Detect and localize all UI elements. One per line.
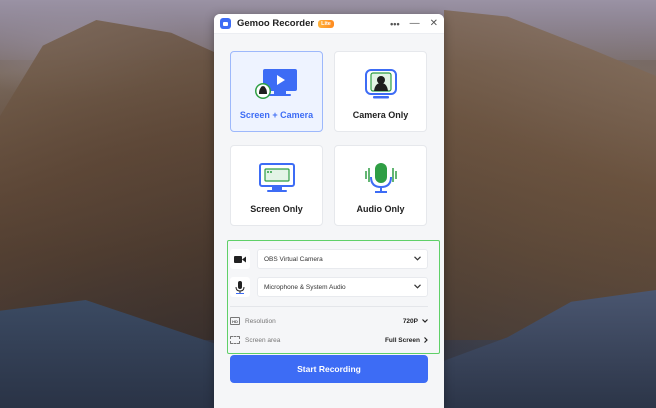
- window-controls: ••• — ✕: [390, 18, 438, 29]
- minimize-button[interactable]: —: [410, 18, 420, 29]
- camera-icon: [363, 66, 399, 102]
- mode-label: Screen Only: [250, 204, 303, 214]
- settings-highlight-box: [227, 240, 440, 354]
- screen-icon: [257, 160, 297, 196]
- mode-label: Screen + Camera: [239, 110, 314, 120]
- mode-label: Camera Only: [352, 110, 409, 120]
- mode-label: Audio Only: [356, 204, 405, 214]
- screen-camera-icon: [252, 66, 302, 102]
- mode-camera-only[interactable]: Camera Only: [334, 51, 427, 132]
- microphone-icon: [361, 160, 401, 196]
- mode-screen-only[interactable]: Screen Only: [230, 145, 323, 226]
- app-logo-icon: [220, 18, 231, 29]
- mode-screen-camera[interactable]: Screen + Camera: [230, 51, 323, 132]
- more-options-icon[interactable]: •••: [390, 19, 399, 29]
- start-recording-button[interactable]: Start Recording: [230, 355, 428, 383]
- mode-audio-only[interactable]: Audio Only: [334, 145, 427, 226]
- close-button[interactable]: ✕: [430, 18, 438, 29]
- lite-badge: Lite: [318, 19, 334, 28]
- title-bar[interactable]: Gemoo Recorder Lite ••• — ✕: [214, 14, 444, 34]
- wallpaper-mountain-left: [0, 20, 214, 340]
- recording-mode-grid: Screen + Camera Camera Only Screen Only …: [230, 51, 428, 241]
- app-title: Gemoo Recorder: [237, 18, 315, 29]
